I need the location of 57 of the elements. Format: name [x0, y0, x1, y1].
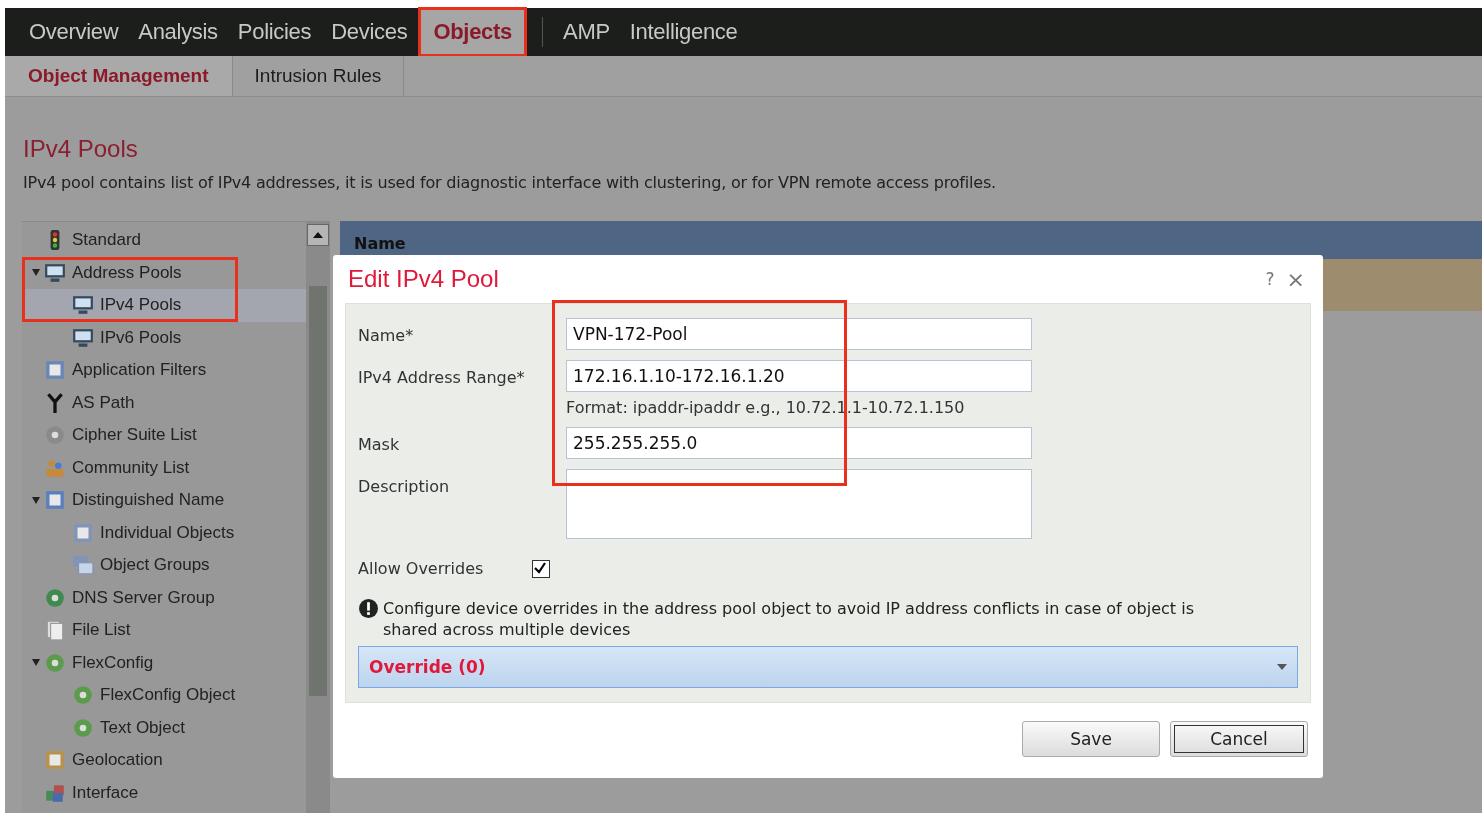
nav-tab[interactable]: Analysis	[132, 8, 224, 56]
tree-item[interactable]: Geolocation	[22, 744, 306, 777]
nav-tab[interactable]: Overview	[23, 8, 125, 56]
monitor-icon	[72, 294, 94, 317]
override-section[interactable]: Override (0)	[358, 646, 1298, 688]
table-icon	[72, 521, 94, 544]
nav-tab[interactable]: Objects	[421, 10, 524, 54]
monitor-icon	[72, 326, 94, 349]
description-field[interactable]	[566, 469, 1032, 539]
checkbox-label: Allow Overrides	[358, 559, 485, 578]
tree-item[interactable]: IPv6 Pools	[22, 321, 306, 354]
monitor-icon	[44, 261, 66, 284]
caret-icon	[1277, 664, 1287, 670]
tree-item[interactable]: File List	[22, 614, 306, 647]
column-header: Name	[354, 234, 406, 255]
tree-item[interactable]: FlexConfig	[22, 646, 306, 679]
cancel-button[interactable]: Cancel	[1170, 721, 1308, 757]
page-description: IPv4 pool contains list of IPv4 addresses, it is used for diagnostic interface with clustering, or for VPN remote access profiles.	[23, 173, 997, 192]
field-label: Name*	[358, 325, 415, 347]
tree-item[interactable]: Cipher Suite List	[22, 419, 306, 452]
field-label: IPv4 Address Range*	[358, 367, 526, 389]
input-field[interactable]: 172.16.1.10-172.16.1.20	[566, 360, 1032, 392]
tree-item[interactable]: Community List	[22, 451, 306, 484]
sub-tab[interactable]: Object Management	[5, 56, 233, 96]
tree-item[interactable]: DNS Server Group	[22, 581, 306, 614]
exclamation-circle-icon	[358, 598, 379, 619]
help-button[interactable]: ?	[1265, 269, 1275, 289]
dialog-title: Edit IPv4 Pool	[347, 265, 500, 293]
tree-item[interactable]: Object Groups	[22, 549, 306, 582]
tree-item[interactable]: Distinguished Name	[22, 484, 306, 517]
checkbox[interactable]	[532, 559, 550, 578]
nav-tab[interactable]: Intelligence	[623, 8, 744, 56]
file-icon	[44, 619, 66, 642]
close-button[interactable]: ×	[1286, 266, 1305, 292]
save-button[interactable]: Save	[1022, 721, 1160, 757]
tree-item[interactable]: AS Path	[22, 386, 306, 419]
tree-item[interactable]: FlexConfig Object	[22, 679, 306, 712]
tree-item[interactable]: Individual Objects	[22, 516, 306, 549]
nav-tab[interactable]: AMP	[557, 8, 616, 56]
scrollbar[interactable]	[306, 222, 330, 813]
tree-item[interactable]: Interface	[22, 776, 306, 809]
input-field[interactable]: 255.255.255.0	[566, 427, 1032, 459]
field-label: Mask	[358, 434, 401, 456]
sub-tab[interactable]: Intrusion Rules	[232, 56, 405, 96]
stacked-windows-icon	[72, 554, 94, 577]
tree-item[interactable]: Standard	[22, 224, 306, 257]
tree-item[interactable]: Text Object	[22, 711, 306, 744]
scrollbar-thumb[interactable]	[309, 286, 327, 696]
nav-tab[interactable]: Devices	[325, 8, 414, 56]
page-title: IPv4 Pools	[23, 135, 139, 163]
notice-text: Configure device overrides in the address pool object to avoid IP address conflicts in case of object is shared across multiple devices	[383, 598, 1195, 640]
field-label: Description	[358, 476, 451, 498]
input-field[interactable]: VPN-172-Pool	[566, 318, 1032, 350]
nav-tab[interactable]: Policies	[231, 8, 318, 56]
fork-icon	[44, 391, 66, 414]
tree-item[interactable]: Application Filters	[22, 354, 306, 387]
tree-item[interactable]: IPv4 Pools	[22, 289, 306, 322]
